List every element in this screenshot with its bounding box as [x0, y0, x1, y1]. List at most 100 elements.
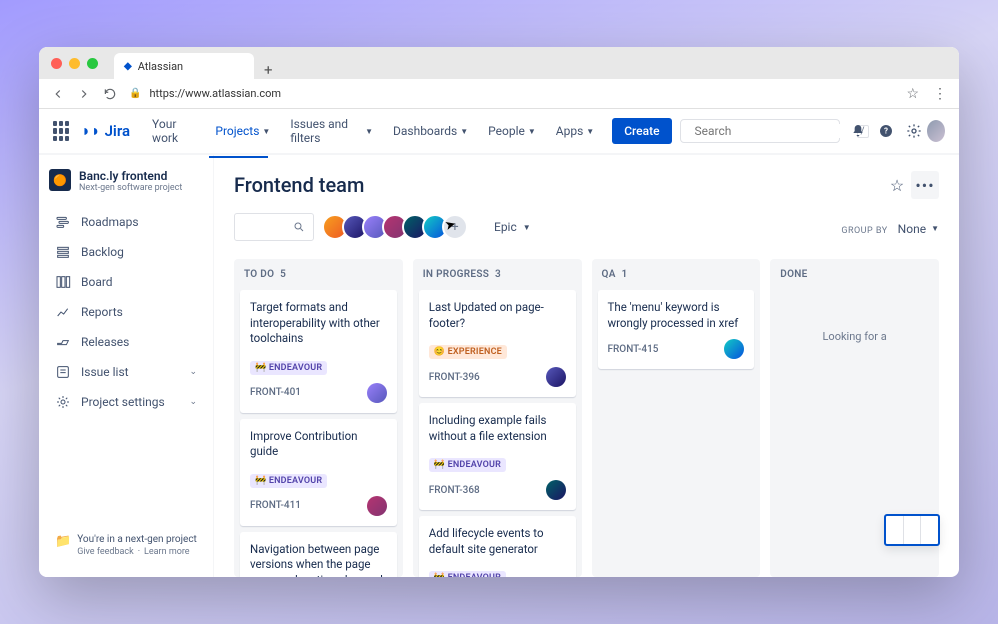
close-window-button[interactable] — [51, 58, 62, 69]
user-avatar[interactable] — [927, 120, 945, 142]
board-search[interactable] — [234, 213, 314, 241]
issue-card[interactable]: Including example fails without a file e… — [419, 403, 576, 510]
jira-logo[interactable]: ◗◗ Jira — [81, 121, 130, 141]
assignee-avatar[interactable] — [367, 496, 387, 516]
project-sidebar: 🟠 Banc.ly frontend Next-gen software pro… — [39, 155, 214, 577]
browser-tab-active[interactable]: ◆ Atlassian — [114, 53, 254, 79]
learn-more-link[interactable]: Learn more — [144, 547, 190, 557]
epic-filter-dropdown[interactable]: Epic ▼ — [484, 215, 541, 239]
sidebar-item-label: Project settings — [81, 395, 165, 409]
search-icon — [293, 221, 305, 233]
global-search[interactable]: / — [680, 119, 840, 143]
epic-tag: 🚧 ENDEAVOUR — [429, 571, 506, 577]
assignee-filter[interactable]: + — [322, 214, 468, 240]
info-folder-icon: 📁 — [55, 534, 71, 549]
help-icon[interactable]: ? — [877, 120, 895, 142]
notifications-icon[interactable] — [850, 120, 868, 142]
issue-card[interactable]: The 'menu' keyword is wrongly processed … — [598, 290, 755, 369]
jira-glyph-icon: ◗◗ — [81, 121, 100, 141]
nav-apps[interactable]: Apps▼ — [548, 118, 602, 144]
app-content: 🟠 Banc.ly frontend Next-gen software pro… — [39, 155, 959, 577]
card-title: The 'menu' keyword is wrongly processed … — [608, 300, 745, 331]
url-text: https://www.atlassian.com — [149, 87, 281, 100]
minimize-window-button[interactable] — [69, 58, 80, 69]
chevron-down-icon: ▼ — [460, 127, 468, 136]
sidebar-item-label: Roadmaps — [81, 215, 139, 229]
project-name: Banc.ly frontend — [79, 169, 182, 183]
browser-window: ◆ Atlassian + 🔒 https://www.atlassian.co… — [39, 47, 959, 577]
empty-column-message: Looking for a — [776, 290, 933, 343]
epic-tag: 😊 EXPERIENCE — [429, 345, 507, 359]
create-button[interactable]: Create — [612, 118, 671, 144]
lock-icon: 🔒 — [129, 88, 141, 99]
reload-button[interactable] — [103, 87, 117, 101]
add-assignee-button[interactable]: + — [442, 214, 468, 240]
issue-key: FRONT-368 — [429, 485, 480, 496]
url-display[interactable]: 🔒 https://www.atlassian.com — [129, 87, 894, 100]
issue-card[interactable]: Target formats and interoperability with… — [240, 290, 397, 413]
card-title: Add lifecycle events to default site gen… — [429, 526, 566, 557]
issue-card[interactable]: Add lifecycle events to default site gen… — [419, 516, 576, 577]
maximize-window-button[interactable] — [87, 58, 98, 69]
board-header: Frontend team ☆ ••• — [234, 171, 939, 199]
column-header: TO DO 5 — [240, 269, 397, 280]
assignee-avatar[interactable] — [546, 480, 566, 500]
browser-menu-icon[interactable]: ⋮ — [933, 86, 947, 102]
browser-address-bar: 🔒 https://www.atlassian.com ☆ ⋮ — [39, 79, 959, 109]
nav-projects[interactable]: Projects▼ — [207, 118, 278, 144]
issue-key: FRONT-411 — [250, 500, 301, 511]
epic-tag: 🚧 ENDEAVOUR — [429, 458, 506, 472]
settings-gear-icon[interactable] — [905, 120, 923, 142]
column-header: DONE — [776, 269, 933, 280]
project-avatar-icon: 🟠 — [49, 169, 71, 191]
sidebar-item-issue-list[interactable]: Issue list⌄ — [49, 357, 203, 387]
jira-product-name: Jira — [105, 122, 130, 140]
nav-your-work[interactable]: Your work — [144, 111, 203, 151]
sidebar-item-label: Releases — [81, 335, 129, 349]
assignee-avatar[interactable] — [367, 383, 387, 403]
board-more-actions[interactable]: ••• — [911, 171, 939, 199]
give-feedback-link[interactable]: Give feedback — [77, 547, 134, 557]
board-columns: TO DO 5 Target formats and interoperabili… — [234, 259, 939, 577]
card-title: Including example fails without a file e… — [429, 413, 566, 444]
card-title: Improve Contribution guide — [250, 429, 387, 460]
column-qa: QA 1The 'menu' keyword is wrongly proces… — [592, 259, 761, 577]
search-input[interactable] — [695, 124, 851, 138]
board-view: Frontend team ☆ ••• + Epic — [214, 155, 959, 577]
new-tab-button[interactable]: + — [254, 61, 283, 79]
forward-button[interactable] — [77, 87, 91, 101]
board-title: Frontend team — [234, 173, 883, 197]
app-switcher-icon[interactable] — [53, 121, 69, 141]
issue-key: FRONT-396 — [429, 372, 480, 383]
issue-card[interactable]: Last Updated on page-footer?😊 EXPERIENCE… — [419, 290, 576, 397]
back-button[interactable] — [51, 87, 65, 101]
sidebar-item-board[interactable]: Board — [49, 267, 203, 297]
card-title: Navigation between page versions when th… — [250, 542, 387, 577]
sidebar-item-backlog[interactable]: Backlog — [49, 237, 203, 267]
nav-people[interactable]: People▼ — [480, 118, 544, 144]
assignee-avatar[interactable] — [546, 367, 566, 387]
epic-tag: 🚧 ENDEAVOUR — [250, 361, 327, 375]
sidebar-item-reports[interactable]: Reports — [49, 297, 203, 327]
project-header[interactable]: 🟠 Banc.ly frontend Next-gen software pro… — [49, 169, 203, 193]
groupby-dropdown[interactable]: None ▼ — [898, 222, 939, 236]
jira-top-nav: ◗◗ Jira Your work Projects▼ Issues and f… — [39, 109, 959, 155]
chevron-down-icon: ▼ — [523, 223, 531, 232]
footer-title: You're in a next-gen project — [77, 534, 197, 545]
window-controls — [51, 58, 98, 69]
sidebar-item-project-settings[interactable]: Project settings⌄ — [49, 387, 203, 417]
issue-card[interactable]: Navigation between page versions when th… — [240, 532, 397, 577]
assignee-avatar[interactable] — [724, 339, 744, 359]
project-subtitle: Next-gen software project — [79, 183, 182, 193]
nav-dashboards[interactable]: Dashboards▼ — [385, 118, 476, 144]
bookmark-star-icon[interactable]: ☆ — [906, 86, 919, 102]
chevron-down-icon: ▼ — [528, 127, 536, 136]
column-config-button[interactable] — [884, 514, 940, 546]
browser-tab-strip: ◆ Atlassian + — [114, 47, 283, 79]
star-board-button[interactable]: ☆ — [883, 171, 911, 199]
sidebar-item-label: Reports — [81, 305, 123, 319]
sidebar-item-releases[interactable]: Releases — [49, 327, 203, 357]
issue-card[interactable]: Improve Contribution guide🚧 ENDEAVOURFRO… — [240, 419, 397, 526]
sidebar-item-roadmaps[interactable]: Roadmaps — [49, 207, 203, 237]
nav-issues-filters[interactable]: Issues and filters▼ — [282, 111, 381, 151]
